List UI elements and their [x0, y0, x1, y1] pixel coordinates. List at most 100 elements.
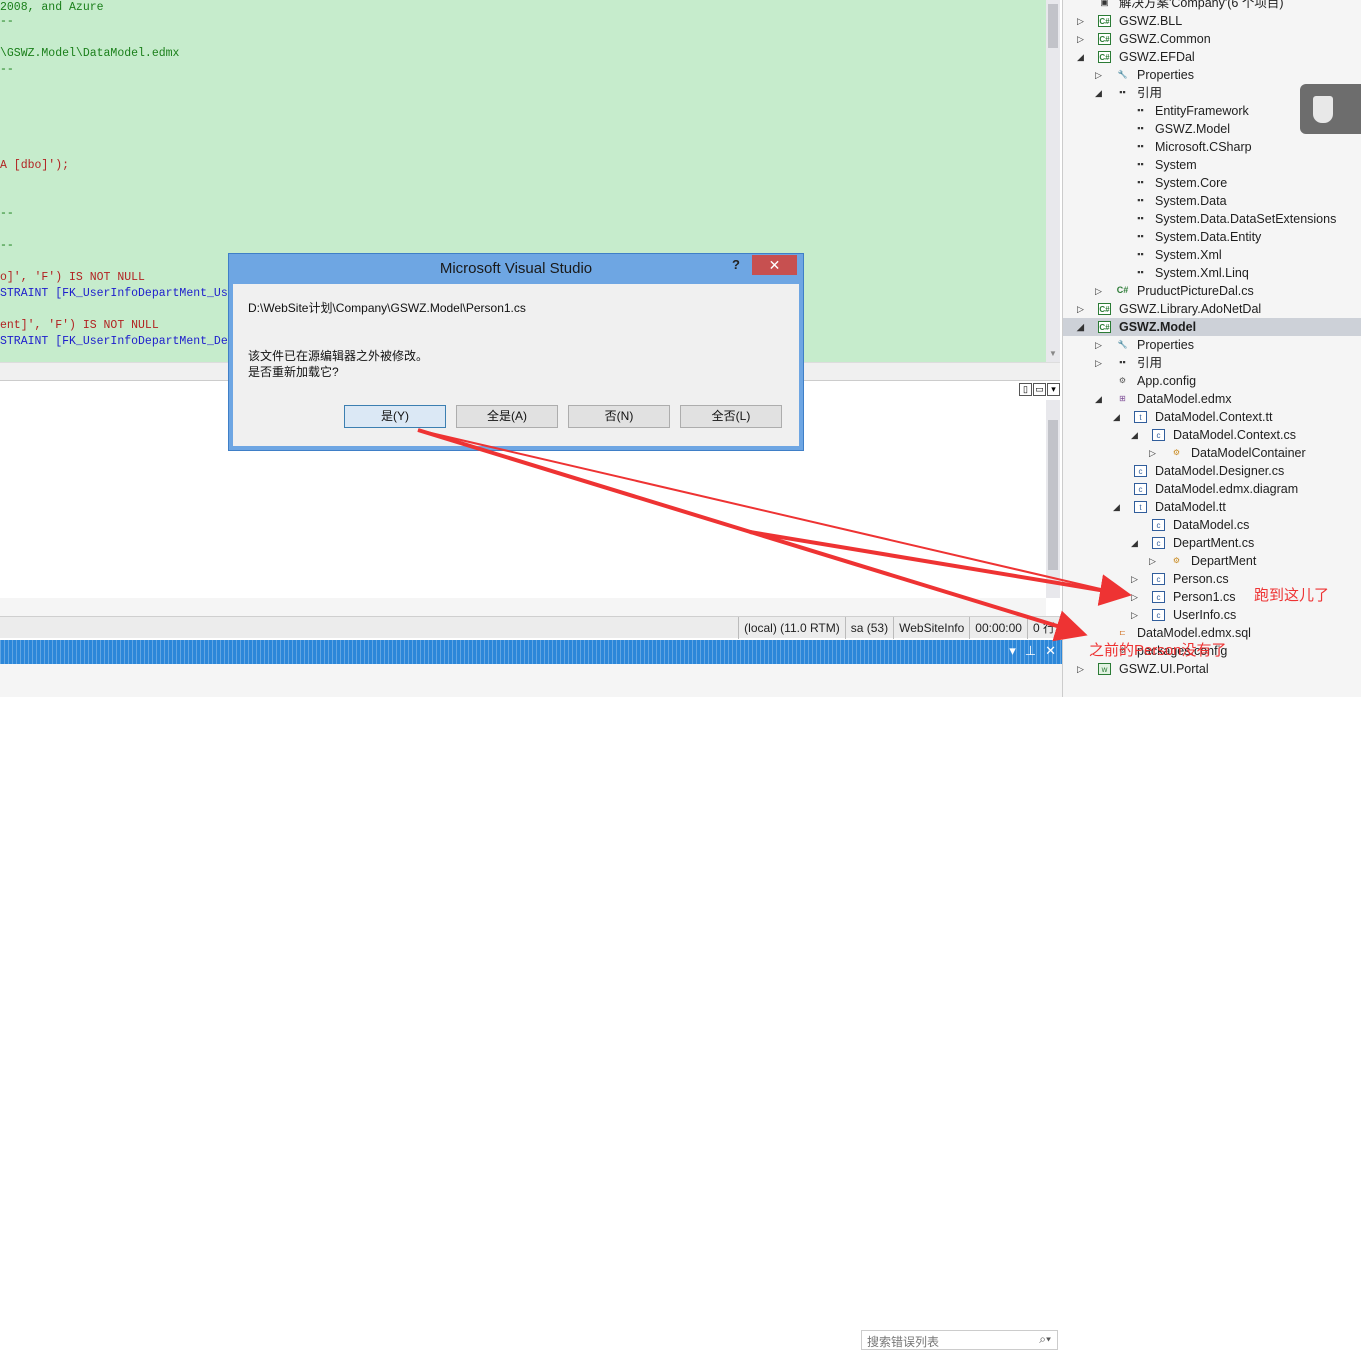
- dialog-title: Microsoft Visual Studio: [439, 260, 593, 277]
- code-line: STRAINT [FK_UserInfoDepartMent_Us: [0, 287, 228, 300]
- tree-item-label: Person1.cs: [1173, 590, 1236, 604]
- tree-item[interactable]: c DataModel.Designer.cs: [1063, 462, 1361, 480]
- tree-item[interactable]: ◢ c DepartMent.cs: [1063, 534, 1361, 552]
- dialog-title-bar[interactable]: Microsoft Visual Studio ? ✕: [229, 254, 803, 284]
- pin-icon[interactable]: ⊥: [1025, 643, 1036, 659]
- reload-file-dialog: Microsoft Visual Studio ? ✕ D:\WebSite计划…: [228, 253, 804, 451]
- tree-item[interactable]: ◢ t DataModel.Context.tt: [1063, 408, 1361, 426]
- scroll-thumb[interactable]: [1048, 420, 1058, 570]
- tree-item[interactable]: ◢ ⊞ DataModel.edmx: [1063, 390, 1361, 408]
- tile-icon[interactable]: ▭: [1033, 383, 1046, 396]
- help-icon[interactable]: ?: [732, 257, 740, 272]
- tree-item[interactable]: ▪▪ System.Xml: [1063, 246, 1361, 264]
- tree-item-label: Properties: [1137, 338, 1194, 352]
- annotation-moved-here: 跑到这儿了: [1254, 587, 1330, 604]
- collapse-arrow-icon[interactable]: ◢: [1131, 426, 1138, 444]
- tree-item[interactable]: ▷ ⚙ DataModelContainer: [1063, 444, 1361, 462]
- dialog-close-button[interactable]: ✕: [752, 255, 797, 275]
- usb-device-icon[interactable]: [1300, 84, 1361, 134]
- tree-item[interactable]: ▷ C# GSWZ.Library.AdoNetDal: [1063, 300, 1361, 318]
- tree-item[interactable]: ▷ ▪▪ 引用: [1063, 354, 1361, 372]
- tree-item[interactable]: c DataModel.cs: [1063, 516, 1361, 534]
- no-all-button[interactable]: 全否(L): [680, 405, 782, 428]
- tree-item-label: System.Core: [1155, 176, 1228, 190]
- close-icon[interactable]: ✕: [1045, 643, 1056, 659]
- tree-item[interactable]: ◢ C# GSWZ.EFDal: [1063, 48, 1361, 66]
- tree-item[interactable]: ▪▪ System.Data.DataSetExtensions: [1063, 210, 1361, 228]
- expand-arrow-icon[interactable]: ▷: [1077, 660, 1084, 678]
- expand-arrow-icon[interactable]: ▷: [1077, 30, 1084, 48]
- user-status: sa (53): [844, 617, 893, 639]
- code-line: ent]', 'F') IS NOT NULL: [0, 319, 159, 332]
- collapse-arrow-icon[interactable]: ◢: [1077, 48, 1084, 66]
- no-button[interactable]: 否(N): [568, 405, 670, 428]
- tree-item-label: System.Data.DataSetExtensions: [1155, 212, 1337, 226]
- config-icon: ⚙: [1118, 376, 1127, 385]
- expand-arrow-icon[interactable]: ▷: [1131, 588, 1138, 606]
- tree-item[interactable]: ▪▪ System: [1063, 156, 1361, 174]
- scroll-down-arrow-icon[interactable]: ▼: [1049, 349, 1057, 358]
- tree-item[interactable]: c DataModel.edmx.diagram: [1063, 480, 1361, 498]
- tree-item[interactable]: ▷ w GSWZ.UI.Portal: [1063, 660, 1361, 678]
- tree-item-label: GSWZ.UI.Portal: [1119, 662, 1209, 676]
- tree-item-label: System: [1155, 158, 1197, 172]
- tree-item[interactable]: ▷ C# GSWZ.BLL: [1063, 12, 1361, 30]
- yes-all-button[interactable]: 全是(A): [456, 405, 558, 428]
- editor-vertical-scrollbar[interactable]: ▼: [1046, 0, 1060, 362]
- results-vertical-scrollbar[interactable]: [1046, 400, 1060, 598]
- tree-item[interactable]: ▷ C# GSWZ.Common: [1063, 30, 1361, 48]
- tree-item-label: Person.cs: [1173, 572, 1229, 586]
- expand-arrow-icon[interactable]: ▷: [1077, 12, 1084, 30]
- tree-item[interactable]: ◢ t DataModel.tt: [1063, 498, 1361, 516]
- results-horizontal-scrollbar[interactable]: [0, 598, 1046, 616]
- tree-item[interactable]: ▷ C# PruductPictureDal.cs: [1063, 282, 1361, 300]
- tree-item[interactable]: ▪▪ System.Core: [1063, 174, 1361, 192]
- collapse-arrow-icon[interactable]: ◢: [1113, 408, 1120, 426]
- tree-item[interactable]: ▪▪ Microsoft.CSharp: [1063, 138, 1361, 156]
- expand-arrow-icon[interactable]: ▷: [1077, 300, 1084, 318]
- expand-arrow-icon[interactable]: ▷: [1149, 444, 1156, 462]
- dropdown-icon[interactable]: ▾: [1009, 643, 1016, 659]
- class-icon: ⚙: [1172, 556, 1181, 565]
- yes-button[interactable]: 是(Y): [344, 405, 446, 428]
- expand-arrow-icon[interactable]: ▷: [1095, 66, 1102, 84]
- tree-item[interactable]: ▪▪ System.Data: [1063, 192, 1361, 210]
- rows-status: 0 行: [1026, 617, 1060, 639]
- scroll-thumb[interactable]: [1048, 4, 1058, 48]
- expand-arrow-icon[interactable]: ▷: [1095, 282, 1102, 300]
- cs-file-icon: c: [1152, 429, 1165, 441]
- tree-item-label: DepartMent.cs: [1173, 536, 1255, 550]
- expand-arrow-icon[interactable]: ▷: [1149, 552, 1156, 570]
- code-line: --: [0, 239, 14, 252]
- csharp-project-icon: C#: [1098, 15, 1111, 27]
- collapse-arrow-icon[interactable]: ◢: [1131, 534, 1138, 552]
- tree-item[interactable]: ▣ 解决方案'Company'(6 个项目): [1063, 0, 1361, 12]
- tree-item-label: GSWZ.BLL: [1119, 14, 1183, 28]
- expand-arrow-icon[interactable]: ▷: [1095, 354, 1102, 372]
- cs-file-icon: c: [1152, 519, 1165, 531]
- collapse-arrow-icon[interactable]: ◢: [1095, 390, 1102, 408]
- collapse-arrow-icon[interactable]: ◢: [1095, 84, 1102, 102]
- collapse-icon[interactable]: ▾: [1047, 383, 1060, 396]
- tree-item[interactable]: ▪▪ System.Xml.Linq: [1063, 264, 1361, 282]
- error-search-input[interactable]: 搜索错误列表 ⌕▾: [861, 1330, 1058, 1350]
- reference-icon: ▪▪: [1137, 267, 1144, 277]
- tree-item[interactable]: ▷ ⚙ DepartMent: [1063, 552, 1361, 570]
- tree-item[interactable]: ◢ c DataModel.Context.cs: [1063, 426, 1361, 444]
- split-icon[interactable]: ▯: [1019, 383, 1032, 396]
- tree-item[interactable]: ▷ c UserInfo.cs: [1063, 606, 1361, 624]
- tree-item-label: System.Xml.Linq: [1155, 266, 1249, 280]
- expand-arrow-icon[interactable]: ▷: [1131, 606, 1138, 624]
- tree-item[interactable]: ▷ 🔧 Properties: [1063, 336, 1361, 354]
- tree-item[interactable]: ◢ C# GSWZ.Model: [1063, 318, 1361, 336]
- collapse-arrow-icon[interactable]: ◢: [1113, 498, 1120, 516]
- tree-item[interactable]: ⚙ App.config: [1063, 372, 1361, 390]
- cs-file-icon: c: [1152, 537, 1165, 549]
- expand-arrow-icon[interactable]: ▷: [1095, 336, 1102, 354]
- search-icon[interactable]: ⌕▾: [1039, 1332, 1051, 1347]
- tree-item[interactable]: ▪▪ System.Data.Entity: [1063, 228, 1361, 246]
- tree-item[interactable]: ▷ 🔧 Properties: [1063, 66, 1361, 84]
- expand-arrow-icon[interactable]: ▷: [1131, 570, 1138, 588]
- collapse-arrow-icon[interactable]: ◢: [1077, 318, 1084, 336]
- csharp-file-icon: C#: [1116, 285, 1129, 295]
